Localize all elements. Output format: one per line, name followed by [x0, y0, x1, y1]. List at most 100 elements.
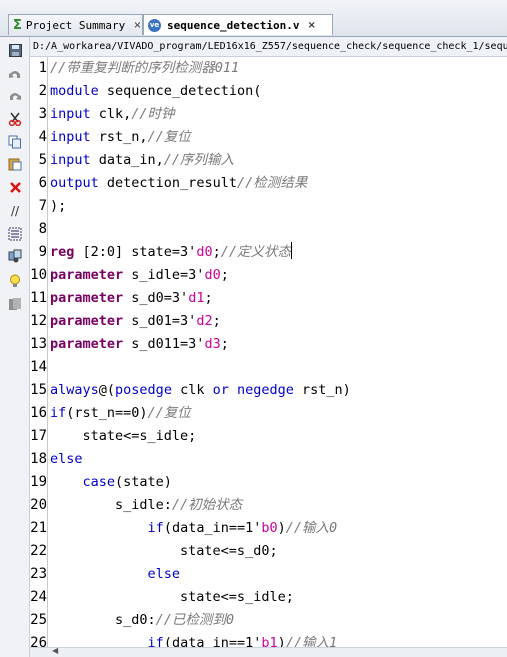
code-line-17: state<=s_idle; [50, 425, 197, 448]
code-text: ) [277, 635, 286, 647]
code-text: state<=s_d0; [50, 543, 278, 559]
code-comment: //初始状态 [171, 497, 243, 513]
insert-template-icon[interactable] [8, 249, 22, 263]
code-line-15: always@(posedge clk or negedge rst_n) [50, 379, 351, 402]
scroll-left-icon[interactable]: ◀ [52, 646, 58, 655]
sigma-icon: Σ [13, 17, 22, 33]
code-number: b1 [261, 635, 278, 647]
code-line-13: parameter s_d011=3'd3; [50, 333, 229, 356]
code-keyword: input [50, 152, 91, 168]
code-text: s_d0: [50, 612, 156, 628]
editor-tab-bar: Σ Project Summary × ve sequence_detectio… [0, 0, 507, 37]
line-number: 21 [30, 520, 47, 536]
line-number: 22 [30, 543, 47, 559]
code-line-24: state<=s_idle; [50, 586, 294, 609]
line-number: 11 [30, 290, 47, 306]
comment-icon[interactable]: // [8, 204, 22, 218]
code-text: s_d011=3' [123, 336, 205, 352]
delete-icon[interactable] [8, 180, 22, 194]
code-comment: //输入1 [285, 635, 338, 647]
line-number: 1 [38, 60, 47, 76]
code-keyword: if [50, 405, 67, 421]
code-line-20: s_idle://初始状态 [50, 494, 242, 517]
code-line-16: if(rst_n==0)//复位 [50, 402, 191, 425]
line-number: 4 [38, 129, 47, 145]
code-editor[interactable]: //带重复判断的序列检测器011 module sequence_detecti… [49, 57, 507, 647]
line-number: 8 [38, 221, 47, 237]
save-icon[interactable] [8, 43, 22, 57]
undo-icon[interactable] [8, 67, 22, 81]
code-keyword: parameter [50, 290, 124, 306]
line-number: 15 [30, 382, 47, 398]
code-line-10: parameter s_idle=3'd0; [50, 264, 229, 287]
line-number: 2 [38, 83, 47, 99]
code-keyword: module [50, 83, 99, 99]
line-number: 24 [30, 589, 47, 605]
code-keyword: always [50, 382, 99, 398]
code-text: @( [98, 382, 116, 398]
code-text: rst_n, [90, 129, 148, 145]
code-line-25: s_d0://已检测到0 [50, 609, 234, 632]
code-number: d3 [204, 336, 221, 352]
code-keyword: negedge [237, 382, 294, 398]
code-number: d0 [204, 267, 221, 283]
code-line-1: //带重复判断的序列检测器011 [50, 57, 239, 80]
code-line-7: ); [50, 195, 66, 218]
code-text: rst_n) [293, 382, 351, 398]
code-text: ; [204, 290, 213, 306]
line-number: 7 [38, 198, 47, 214]
code-text: s_idle=3' [123, 267, 205, 283]
code-text: ; [220, 336, 229, 352]
code-keyword: parameter [50, 336, 124, 352]
code-keyword: reg [50, 244, 75, 260]
tab-project-summary[interactable]: Σ Project Summary × [8, 14, 143, 35]
cut-icon[interactable] [8, 112, 22, 126]
bookmark-icon[interactable] [8, 297, 22, 311]
code-keyword: else [147, 566, 181, 582]
tab-sequence-detection[interactable]: ve sequence_detection.v × [143, 14, 333, 35]
code-comment: //定义状态 [220, 244, 291, 260]
code-comment: //输入0 [285, 520, 338, 536]
line-number: 16 [30, 405, 47, 421]
code-keyword: parameter [50, 313, 124, 329]
code-text: detection_result [98, 175, 237, 191]
code-line-23: else [50, 563, 181, 586]
code-text: (rst_n==0) [66, 405, 148, 421]
indent-icon[interactable] [8, 227, 22, 241]
lightbulb-icon[interactable] [8, 274, 22, 288]
line-number: 13 [30, 336, 47, 352]
code-keyword: output [50, 175, 99, 191]
text-cursor [290, 242, 292, 259]
code-number: b0 [261, 520, 278, 536]
line-number: 3 [38, 106, 47, 122]
code-number: d1 [188, 290, 205, 306]
file-path: D:/A_workarea/VIVADO_program/LED16x16_Z5… [30, 37, 507, 57]
close-icon[interactable]: × [307, 20, 315, 31]
code-keyword: or [212, 382, 229, 398]
code-line-4: input rst_n,//复位 [50, 126, 191, 149]
tab-label: sequence_detection.v [167, 18, 300, 32]
line-number: 18 [30, 451, 47, 467]
code-line-22: state<=s_d0; [50, 540, 278, 563]
line-number: 17 [30, 428, 47, 444]
copy-icon[interactable] [8, 135, 22, 149]
code-text: ; [220, 267, 229, 283]
code-text: data_in, [90, 152, 164, 168]
horizontal-scrollbar[interactable]: ◀ [30, 646, 507, 657]
code-line-26: if(data_in==1'b1)//输入1 [50, 632, 338, 647]
code-text: clk [171, 382, 213, 398]
code-line-9: reg [2:0] state=3'd0;//定义状态 [50, 241, 292, 264]
line-number: 9 [38, 244, 47, 260]
close-icon[interactable]: × [133, 20, 141, 31]
code-text: ) [277, 520, 286, 536]
redo-icon[interactable] [8, 89, 22, 103]
code-keyword: input [50, 106, 91, 122]
code-comment: //时钟 [131, 106, 175, 122]
code-text: state<=s_idle; [50, 428, 197, 444]
code-line-12: parameter s_d01=3'd2; [50, 310, 221, 333]
code-keyword: if [147, 520, 164, 536]
paste-icon[interactable] [8, 157, 22, 171]
